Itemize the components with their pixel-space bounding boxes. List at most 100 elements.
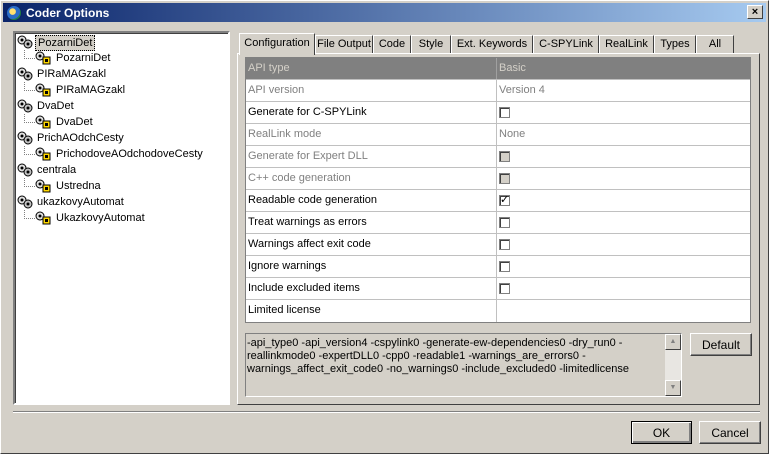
tab-reallink[interactable]: RealLink <box>599 35 654 54</box>
state-machine-icon <box>35 51 51 65</box>
property-checkbox[interactable]: ✓ <box>499 195 510 206</box>
window-title: Coder Options <box>26 5 110 20</box>
state-machine-icon <box>35 211 51 225</box>
tree-child-label: Ustredna <box>56 180 101 192</box>
property-name: Generate for Expert DLL <box>246 146 497 167</box>
tab-code[interactable]: Code <box>373 35 411 54</box>
property-checkbox-cell[interactable]: ✓ <box>497 190 750 211</box>
arrow-down-icon[interactable]: ▼ <box>665 380 681 396</box>
property-checkbox-cell <box>497 146 750 167</box>
property-name: API type <box>246 58 497 79</box>
property-row[interactable]: API type Basic <box>246 58 750 80</box>
command-line-scrollbar[interactable]: ▲ ▼ <box>665 334 681 396</box>
tree-child-node[interactable]: UkazkovyAutomat <box>15 210 228 226</box>
separator <box>13 411 760 413</box>
property-row[interactable]: API version Version 4 <box>246 80 750 102</box>
property-checkbox-cell[interactable] <box>497 212 750 233</box>
property-checkbox-cell[interactable] <box>497 278 750 299</box>
tab-file-output[interactable]: File Output <box>315 35 373 54</box>
tab-ext-keywords[interactable]: Ext. Keywords <box>451 35 533 54</box>
tree-child-node[interactable]: Ustredna <box>15 178 228 194</box>
property-checkbox <box>499 173 510 184</box>
property-row[interactable]: Warnings affect exit code <box>246 234 750 256</box>
property-grid: API type Basic API version Version 4 Generat… <box>245 57 751 323</box>
property-value: None <box>499 128 526 140</box>
tree-child-node[interactable]: PozarniDet <box>15 50 228 66</box>
property-checkbox-cell[interactable] <box>497 102 750 123</box>
tree-node[interactable]: PIRaMAGzakl <box>15 66 228 82</box>
property-name: Warnings affect exit code <box>246 234 497 255</box>
tree-node[interactable]: PrichAOdchCesty <box>15 130 228 146</box>
coder-options-dialog: Coder Options × PozarniDet PozarniDet PIRa… <box>0 0 769 454</box>
tree-child-label: PrichodoveAOdchodoveCesty <box>56 148 203 160</box>
property-name: Treat warnings as errors <box>246 212 497 233</box>
tree-child-label: UkazkovyAutomat <box>56 212 145 224</box>
property-checkbox[interactable] <box>499 283 510 294</box>
tree-child-node[interactable]: DvaDet <box>15 114 228 130</box>
property-row[interactable]: RealLink mode None <box>246 124 750 146</box>
default-button[interactable]: Default <box>690 333 752 356</box>
property-row[interactable]: Ignore warnings <box>246 256 750 278</box>
tree-child-label: PozarniDet <box>56 52 111 64</box>
property-name: Ignore warnings <box>246 256 497 277</box>
property-row[interactable]: Limited license <box>246 300 750 322</box>
property-row[interactable]: Readable code generation ✓ <box>246 190 750 212</box>
property-value[interactable] <box>497 300 750 322</box>
model-tree[interactable]: PozarniDet PozarniDet PIRaMAGzakl PIRaMAGza… <box>13 31 230 405</box>
state-machine-icon <box>35 147 51 161</box>
tab-strip: Configuration File Output Code Style Ext. Ke… <box>239 33 759 55</box>
property-checkbox <box>499 151 510 162</box>
state-machine-icon <box>35 83 51 97</box>
property-row[interactable]: C++ code generation <box>246 168 750 190</box>
property-row[interactable]: Generate for C-SPYLink <box>246 102 750 124</box>
property-row[interactable]: Treat warnings as errors <box>246 212 750 234</box>
property-checkbox[interactable] <box>499 261 510 272</box>
tab-c-spylink[interactable]: C-SPYLink <box>533 35 599 54</box>
property-checkbox-cell <box>497 168 750 189</box>
tree-node-label: ukazkovyAutomat <box>37 196 124 208</box>
gears-icon <box>17 99 33 113</box>
property-row[interactable]: Generate for Expert DLL <box>246 146 750 168</box>
tree-node[interactable]: DvaDet <box>15 98 228 114</box>
app-icon <box>6 4 22 21</box>
tree-node[interactable]: PozarniDet <box>15 34 228 51</box>
tree-child-label: DvaDet <box>56 116 93 128</box>
tree-node-label: PrichAOdchCesty <box>37 132 124 144</box>
command-line-text: -api_type0 -api_version4 -cspylink0 -gen… <box>247 337 629 375</box>
gears-icon <box>17 195 33 209</box>
property-name: Generate for C-SPYLink <box>246 102 497 123</box>
arrow-up-icon[interactable]: ▲ <box>665 334 681 350</box>
tab-configuration[interactable]: Configuration <box>239 33 315 55</box>
gears-icon <box>17 163 33 177</box>
tree-node-label: centrala <box>37 164 77 176</box>
cancel-button[interactable]: Cancel <box>699 421 761 444</box>
property-name: RealLink mode <box>246 124 497 145</box>
property-checkbox[interactable] <box>499 217 510 228</box>
property-name: Include excluded items <box>246 278 497 299</box>
tree-node[interactable]: centrala <box>15 162 228 178</box>
tab-all[interactable]: All <box>696 35 734 54</box>
tab-types[interactable]: Types <box>654 35 696 54</box>
property-value[interactable]: Basic <box>497 58 750 79</box>
property-row[interactable]: Include excluded items <box>246 278 750 300</box>
property-checkbox[interactable] <box>499 107 510 118</box>
command-line-box[interactable]: -api_type0 -api_version4 -cspylink0 -gen… <box>245 333 682 397</box>
tree-node[interactable]: ukazkovyAutomat <box>15 194 228 210</box>
tree-child-node[interactable]: PIRaMAGzakl <box>15 82 228 98</box>
close-button[interactable]: × <box>747 5 763 19</box>
property-checkbox-cell[interactable] <box>497 256 750 277</box>
tree-child-label: PIRaMAGzakl <box>56 84 126 96</box>
tree-node-label: PIRaMAGzakl <box>37 68 107 80</box>
tree-node-label: DvaDet <box>37 100 74 112</box>
property-name: API version <box>246 80 497 101</box>
tab-style[interactable]: Style <box>411 35 451 54</box>
property-name: Readable code generation <box>246 190 497 211</box>
gears-icon <box>17 35 33 49</box>
tree-child-node[interactable]: PrichodoveAOdchodoveCesty <box>15 146 228 162</box>
property-name: C++ code generation <box>246 168 497 189</box>
property-checkbox-cell[interactable] <box>497 234 750 255</box>
property-value: Version 4 <box>499 84 545 96</box>
ok-button[interactable]: OK <box>631 421 692 444</box>
property-checkbox[interactable] <box>499 239 510 250</box>
title-bar: Coder Options × <box>3 3 766 22</box>
